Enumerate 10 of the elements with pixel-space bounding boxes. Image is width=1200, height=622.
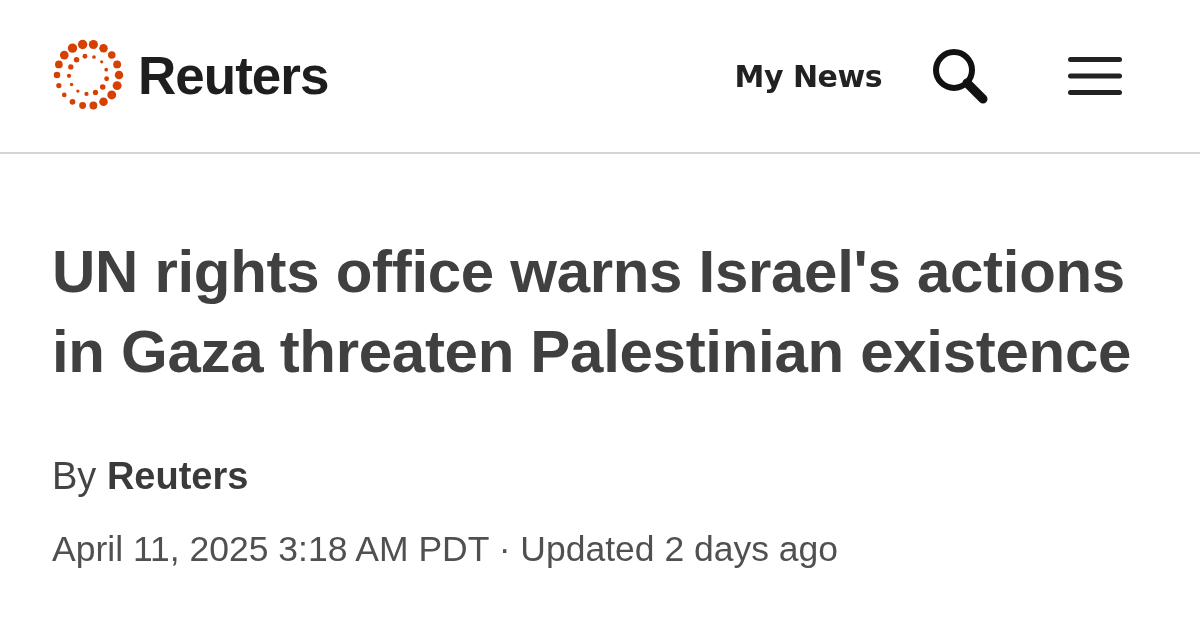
article-headline: UN rights office warns Israel's actions in Gaza threaten Palestinian existence	[52, 237, 1133, 387]
logo-wordmark: Reuters	[138, 48, 329, 104]
menu-icon	[1068, 56, 1122, 96]
menu-button[interactable]	[1068, 56, 1122, 96]
my-news-link[interactable]: My News	[734, 58, 882, 94]
reuters-logo-link[interactable]: Reuters	[50, 37, 329, 115]
search-button[interactable]	[930, 46, 990, 106]
article-byline: By Reuters	[52, 454, 250, 499]
article-dateline: April 11, 2025 3:18 AM PDT · Updated 2 days ago	[52, 527, 840, 571]
search-icon	[930, 46, 990, 106]
